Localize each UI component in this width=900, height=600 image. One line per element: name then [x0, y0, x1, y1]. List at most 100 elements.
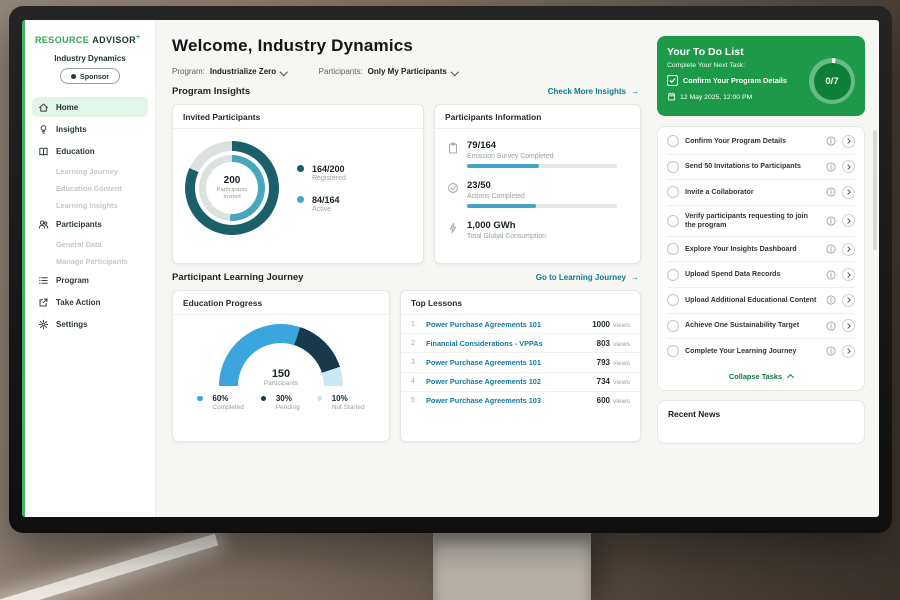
task-checkbox[interactable] [667, 135, 679, 147]
program-filter[interactable]: Program: Industrialize Zero [172, 67, 287, 76]
info-icon[interactable] [826, 187, 836, 197]
scrollbar[interactable] [873, 130, 877, 250]
sidebar-subitem-label: Education Content [56, 184, 122, 193]
todo-tasks-card: Confirm Your Program Details Send 50 Inv… [657, 126, 865, 391]
sidebar-item-label: Take Action [56, 298, 100, 307]
book-icon [38, 146, 49, 157]
task-checkbox[interactable] [667, 294, 679, 306]
filters-bar: Program: Industrialize Zero Participants… [172, 67, 641, 76]
collapse-tasks-link[interactable]: Collapse Tasks [667, 364, 855, 388]
learning-journey-cards: Education Progress 150 Participants [172, 290, 641, 442]
sidebar-subitem-label: Learning Journey [56, 167, 118, 176]
task-row[interactable]: Achieve One Sustainability Target [667, 314, 855, 340]
desk-edge-highlight [0, 534, 218, 600]
info-icon[interactable] [826, 270, 836, 280]
chevron-right-icon[interactable] [842, 186, 855, 199]
sponsor-badge[interactable]: Sponsor [60, 68, 120, 84]
todo-subtitle: Complete Your Next Task: [667, 62, 787, 69]
sidebar-item-education-content[interactable]: Education Content [32, 180, 148, 196]
sidebar-item-manage-participants[interactable]: Manage Participants [32, 253, 148, 269]
lesson-views: 734 [597, 377, 610, 386]
task-row[interactable]: Upload Additional Educational Content [667, 288, 855, 314]
task-checkbox[interactable] [667, 215, 679, 227]
lesson-link[interactable]: Power Purchase Agreements 101 [426, 320, 585, 329]
stat-value: 79/164 [467, 140, 617, 151]
task-row[interactable]: Upload Spend Data Records [667, 262, 855, 288]
education-legend-dot [317, 396, 323, 402]
chevron-right-icon[interactable] [842, 243, 855, 256]
task-row[interactable]: Explore Your Insights Dashboard [667, 237, 855, 263]
info-icon[interactable] [826, 216, 836, 226]
lesson-link[interactable]: Power Purchase Agreements 101 [426, 358, 590, 367]
task-row[interactable]: Confirm Your Program Details [667, 129, 855, 155]
legend-item: 30% Pending [261, 394, 300, 411]
sidebar-item-program[interactable]: Program [32, 270, 148, 290]
task-row[interactable]: Send 50 Invitations to Participants [667, 155, 855, 181]
chevron-right-icon[interactable] [842, 214, 855, 227]
chevron-right-icon[interactable] [842, 135, 855, 148]
brand-secondary: ADVISOR [92, 35, 136, 45]
task-checkbox[interactable] [667, 243, 679, 255]
legend-label: Registered [312, 175, 346, 182]
chevron-right-icon[interactable] [842, 268, 855, 281]
lesson-link[interactable]: Power Purchase Agreements 102 [426, 377, 590, 386]
sidebar-item-learning-journey[interactable]: Learning Journey [32, 163, 148, 179]
stat-row: 1,000 GWh Total Global Consumption [447, 220, 628, 240]
info-icon[interactable] [826, 136, 836, 146]
info-icon[interactable] [826, 244, 836, 254]
chevron-right-icon[interactable] [842, 345, 855, 358]
sidebar-item-participants[interactable]: Participants [32, 214, 148, 234]
brand-plus: + [136, 34, 141, 41]
chevron-right-icon[interactable] [842, 319, 855, 332]
task-row[interactable]: Complete Your Learning Journey [667, 339, 855, 364]
sidebar-item-take-action[interactable]: Take Action [32, 292, 148, 312]
task-row[interactable]: Verify participants requesting to join t… [667, 206, 855, 237]
legend-value: 84/164 [312, 195, 346, 205]
lesson-link[interactable]: Power Purchase Agreements 103 [426, 396, 590, 405]
card-title: Education Progress [173, 291, 389, 315]
external-action-icon [38, 297, 49, 308]
task-label: Upload Additional Educational Content [685, 296, 820, 305]
sidebar-item-education[interactable]: Education [32, 141, 148, 161]
task-checkbox[interactable] [667, 161, 679, 173]
chevron-right-icon[interactable] [842, 294, 855, 307]
info-icon[interactable] [826, 321, 836, 331]
lesson-link[interactable]: Financial Considerations - VPPAs [426, 339, 590, 348]
arrow-right-icon: → [631, 273, 639, 282]
task-row[interactable]: Invite a Collaborator [667, 180, 855, 206]
sidebar-item-home[interactable]: Home [32, 97, 148, 117]
lesson-row: 4 Power Purchase Agreements 102 734views [401, 373, 640, 392]
check-more-insights-link[interactable]: Check More Insights → [548, 87, 639, 96]
home-icon [38, 102, 49, 113]
stat-row: 23/50 Actions Completed [447, 180, 628, 208]
participants-filter[interactable]: Participants: Only My Participants [319, 67, 458, 76]
sidebar-item-settings[interactable]: Settings [32, 314, 148, 334]
checkbox-icon[interactable] [667, 75, 678, 86]
task-checkbox[interactable] [667, 345, 679, 357]
task-checkbox[interactable] [667, 320, 679, 332]
go-to-learning-journey-link[interactable]: Go to Learning Journey → [536, 273, 639, 282]
task-checkbox[interactable] [667, 269, 679, 281]
survey-icon [447, 141, 459, 168]
task-label: Complete Your Learning Journey [685, 347, 820, 356]
sidebar-item-learning-insights[interactable]: Learning Insights [32, 197, 148, 213]
lesson-row: 1 Power Purchase Agreements 101 1000view… [401, 315, 640, 334]
info-icon[interactable] [826, 162, 836, 172]
info-icon[interactable] [826, 346, 836, 356]
sidebar-item-general-data[interactable]: General Data [32, 236, 148, 252]
sidebar-item-insights[interactable]: Insights [32, 119, 148, 139]
task-checkbox[interactable] [667, 186, 679, 198]
org-name: Industry Dynamics [25, 54, 155, 63]
task-label: Invite a Collaborator [685, 188, 820, 197]
stat-label: Total Global Consumption [467, 233, 546, 240]
task-label: Confirm Your Program Details [685, 137, 820, 146]
lesson-views-unit: views [613, 322, 630, 329]
monitor: RESOURCEADVISOR+ Industry Dynamics Spons… [9, 6, 892, 533]
sidebar-item-label: Participants [56, 220, 102, 229]
todo-summary-card: Your To Do List Complete Your Next Task:… [657, 36, 865, 116]
lesson-views-unit: views [613, 341, 630, 348]
chevron-right-icon[interactable] [842, 160, 855, 173]
todo-progress-ring: 0/7 [809, 58, 855, 104]
info-icon[interactable] [826, 295, 836, 305]
lesson-views: 793 [597, 358, 610, 367]
